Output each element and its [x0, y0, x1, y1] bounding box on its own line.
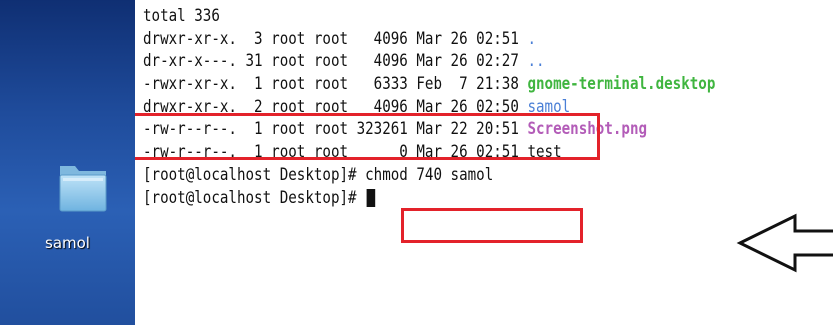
shell-prompt: [root@localhost Desktop]#: [143, 164, 366, 184]
folder-label[interactable]: samol: [0, 234, 135, 252]
highlight-box-samol-line: [135, 113, 600, 160]
terminal-line-current-dir: drwxr-xr-x. 3 root root 4096 Mar 26 02:5…: [143, 28, 536, 48]
terminal-line-total: total 336: [143, 6, 220, 25]
arrow-annotation: [736, 213, 833, 273]
entry-name-current-dir: .: [527, 28, 536, 48]
desktop-panel: samol: [0, 0, 135, 325]
terminal-line-gnome-terminal: -rwxr-xr-x. 1 root root 6333 Feb 7 21:38…: [143, 74, 716, 94]
shell-prompt: [root@localhost Desktop]#: [143, 187, 366, 207]
terminal-line-chmod: [root@localhost Desktop]# chmod 740 samo…: [143, 164, 715, 187]
terminal-output: total 336 drwxr-xr-x. 3 root root 4096 M…: [143, 5, 809, 209]
folder-icon[interactable]: [57, 156, 109, 216]
highlight-box-chmod-command: [401, 208, 583, 243]
terminal-window[interactable]: total 336 drwxr-xr-x. 3 root root 4096 M…: [135, 0, 833, 325]
entry-name-parent-dir: ..: [527, 51, 545, 71]
entry-name-gnome-terminal: gnome-terminal.desktop: [527, 74, 716, 94]
chmod-command: chmod 740 samol: [365, 164, 494, 184]
terminal-cursor: [366, 188, 376, 207]
terminal-line-prompt[interactable]: [root@localhost Desktop]#: [143, 187, 715, 210]
terminal-line-parent-dir: dr-xr-x---. 31 root root 4096 Mar 26 02:…: [143, 51, 545, 71]
